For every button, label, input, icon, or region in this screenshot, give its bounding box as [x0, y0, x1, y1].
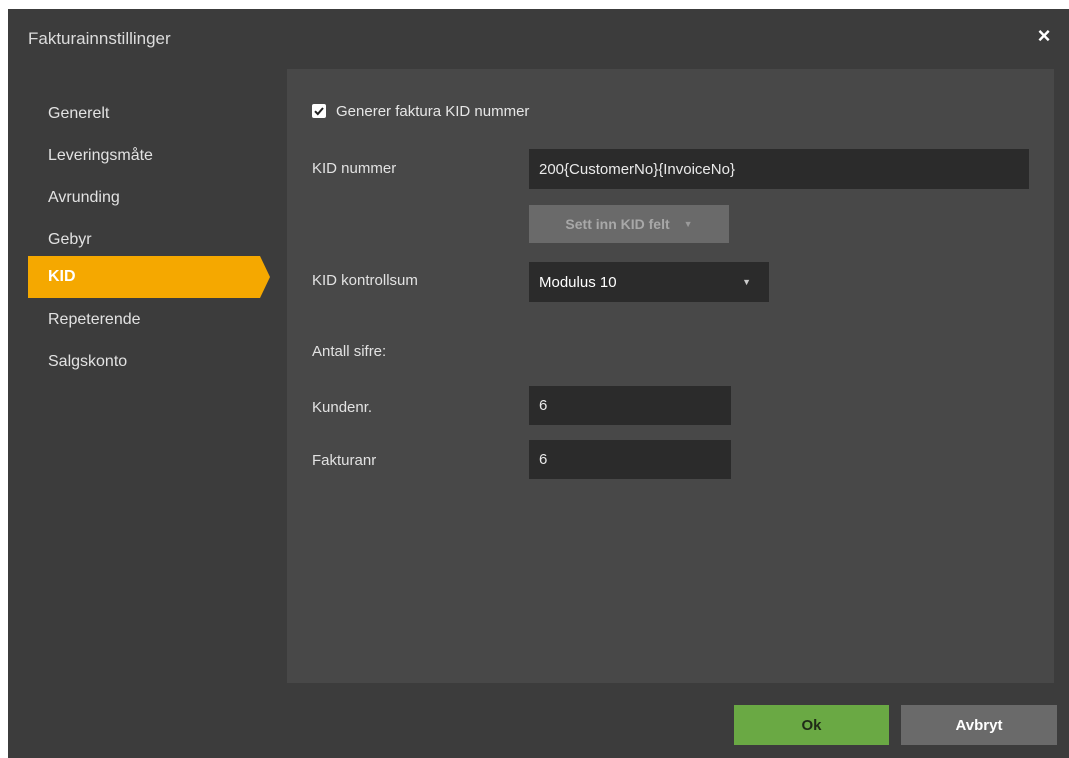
insert-kid-field-button[interactable]: Sett inn KID felt ▼: [529, 205, 729, 243]
sidebar-item-repeterende[interactable]: Repeterende: [28, 299, 260, 341]
generate-kid-checkbox-row[interactable]: Generer faktura KID nummer: [312, 101, 529, 121]
insert-kid-field-label: Sett inn KID felt: [565, 216, 670, 232]
kid-checksum-value: Modulus 10: [539, 273, 617, 291]
generate-kid-label: Generer faktura KID nummer: [336, 102, 530, 120]
generate-kid-checkbox[interactable]: [312, 104, 326, 118]
sidebar-item-salgskonto[interactable]: Salgskonto: [28, 341, 260, 383]
sidebar-item-avrunding[interactable]: Avrunding: [28, 177, 260, 219]
invoice-no-input[interactable]: 6: [529, 440, 731, 479]
digits-heading: Antall sifre:: [312, 343, 387, 360]
kid-number-input[interactable]: 200{CustomerNo}{InvoiceNo}: [529, 149, 1029, 189]
ok-button[interactable]: Ok: [734, 705, 889, 745]
checkmark-icon: [314, 107, 324, 116]
kid-number-label: KID nummer: [312, 160, 397, 177]
cancel-button[interactable]: Avbryt: [901, 705, 1057, 745]
close-icon[interactable]: ×: [1033, 25, 1055, 47]
customer-no-label: Kundenr.: [312, 399, 373, 416]
sidebar-item-gebyr[interactable]: Gebyr: [28, 219, 260, 261]
dialog-titlebar: Fakturainnstillinger ×: [8, 9, 1069, 69]
sidebar-item-generelt[interactable]: Generelt: [28, 93, 260, 135]
chevron-down-icon: ▼: [742, 277, 751, 287]
customer-no-input[interactable]: 6: [529, 386, 731, 425]
kid-checksum-label: KID kontrollsum: [312, 272, 418, 289]
dialog-title: Fakturainnstillinger: [28, 29, 171, 48]
sidebar-item-kid[interactable]: KID: [28, 256, 270, 298]
chevron-down-icon: ▼: [683, 219, 693, 229]
kid-settings-panel: Generer faktura KID nummer KID nummer 20…: [287, 69, 1054, 683]
kid-checksum-select[interactable]: Modulus 10 ▼: [529, 262, 769, 302]
settings-dialog: Fakturainnstillinger × Generelt Levering…: [8, 9, 1069, 758]
sidebar-item-leveringsmate[interactable]: Leveringsmåte: [28, 135, 260, 177]
invoice-no-label: Fakturanr: [312, 452, 377, 469]
